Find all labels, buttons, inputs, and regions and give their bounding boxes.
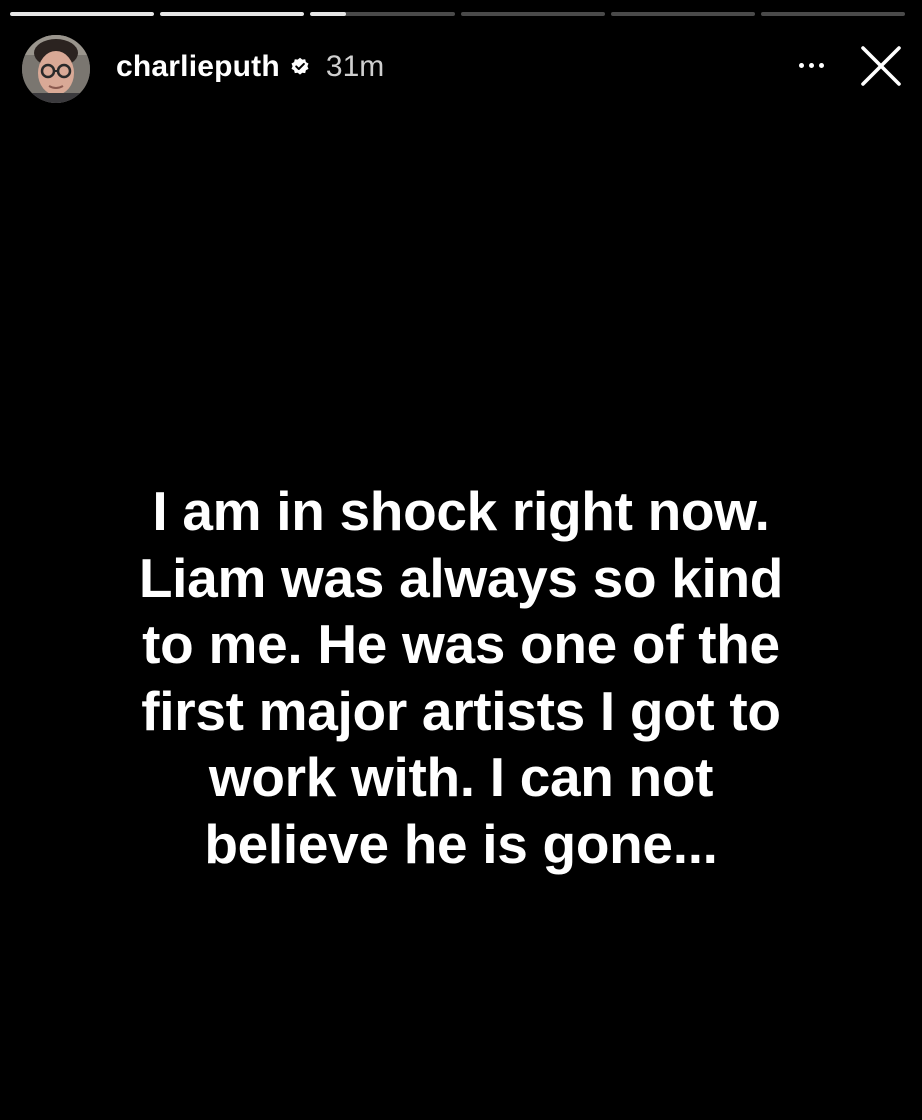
more-dot <box>799 62 804 68</box>
progress-segment <box>10 12 155 16</box>
progress-segment <box>760 12 906 16</box>
story-text: I am in shock right now. Liam was always… <box>138 480 784 875</box>
progress-segment <box>610 12 755 16</box>
progress-segment <box>460 12 605 16</box>
progress-segment-fill <box>160 12 305 16</box>
progress-segment-fill <box>10 12 155 16</box>
post-timestamp: 31m <box>325 50 385 83</box>
progress-segment <box>160 12 305 16</box>
avatar-image <box>22 35 90 103</box>
progress-segment <box>310 12 455 16</box>
story-header: charlieputh 31m <box>22 34 904 104</box>
avatar[interactable] <box>22 35 90 103</box>
verified-badge-icon <box>290 57 310 77</box>
more-dot <box>819 62 824 68</box>
progress-segment-fill <box>310 12 347 16</box>
more-horizontal-icon[interactable] <box>791 45 832 85</box>
close-icon[interactable] <box>858 43 904 89</box>
story-progress-bar <box>10 12 906 16</box>
more-dot <box>809 62 814 68</box>
username[interactable]: charlieputh <box>116 50 280 84</box>
